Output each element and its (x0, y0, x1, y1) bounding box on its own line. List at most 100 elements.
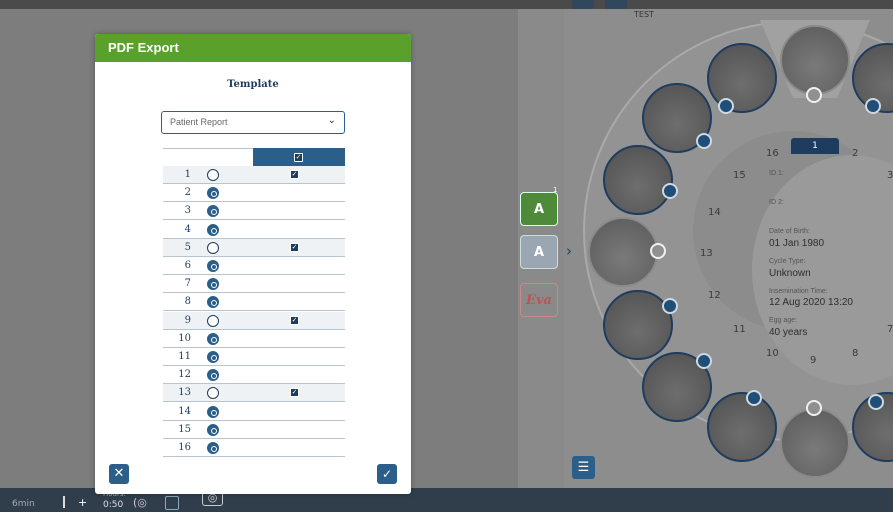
table-row[interactable]: 15 (163, 421, 345, 439)
template-select[interactable]: Patient Report ⌄ (161, 111, 345, 134)
cycle-value: Unknown (769, 268, 811, 279)
well-marker-filled-icon (207, 205, 219, 218)
well-number: 3 (184, 205, 191, 217)
slot-tab-1[interactable]: 1 (791, 138, 839, 154)
table-row[interactable]: 5 ✓ (163, 238, 345, 257)
well-9[interactable] (780, 408, 850, 478)
table-row[interactable]: 7 (163, 275, 345, 294)
screen: TEST A 1 A › Eva 1 16 2 3 15 14 13 12 11… (0, 0, 893, 512)
table-row[interactable]: 3 (163, 202, 345, 221)
well-marker-filled-icon (207, 423, 219, 436)
rewind-icon[interactable]: (◎ (133, 496, 147, 510)
upload-icon[interactable] (165, 496, 179, 510)
annotation-icon[interactable]: A (520, 192, 558, 226)
row-checkbox[interactable]: ✓ (290, 388, 299, 398)
well-13[interactable] (588, 217, 658, 287)
slot-number-13: 13 (700, 248, 713, 259)
row-checkbox[interactable]: ✓ (290, 315, 299, 325)
id1-label: ID 1: (769, 170, 784, 177)
top-button-a[interactable] (572, 0, 594, 9)
well-marker-empty-icon (207, 241, 219, 254)
top-button-b[interactable] (605, 0, 627, 9)
well-number: 1 (184, 169, 191, 180)
expand-arrow-icon[interactable]: › (566, 242, 572, 260)
chevron-down-icon: ⌄ (327, 115, 336, 126)
row-checkbox[interactable]: ✓ (290, 170, 299, 179)
well-marker-filled-icon (207, 223, 219, 236)
table-row[interactable]: 11 (163, 348, 345, 366)
pdf-export-dialog: PDF Export Template Patient Report ⌄ ✓ 1… (95, 34, 411, 494)
list-view-icon[interactable]: ☰ (572, 456, 595, 479)
select-all-checkbox[interactable]: ✓ (294, 153, 303, 162)
well-number: 10 (178, 332, 191, 344)
annotation-badge: 1 (553, 186, 558, 194)
table-row[interactable]: 2 (163, 184, 345, 203)
slot-number-3: 3 (887, 170, 893, 181)
well-number: 9 (184, 314, 191, 326)
slot-number-7: 7 (887, 324, 893, 335)
slot-number-15: 15 (733, 170, 746, 181)
well-10[interactable] (707, 392, 777, 462)
template-select-value: Patient Report (170, 117, 228, 127)
well-11-marker (696, 353, 712, 369)
slot-number-2: 2 (852, 148, 859, 159)
table-row[interactable]: 12 (163, 366, 345, 385)
table-row[interactable]: 9 ✓ (163, 311, 345, 330)
table-row[interactable]: 13 ✓ (163, 384, 345, 403)
well-12-marker (662, 298, 678, 314)
well-16-marker (718, 98, 734, 114)
slot-number-10: 10 (766, 348, 779, 359)
well-14[interactable] (603, 145, 673, 215)
well-15-marker (696, 133, 712, 149)
well-2-marker (865, 98, 881, 114)
well-1[interactable] (780, 25, 850, 95)
table-row[interactable]: 4 (163, 221, 345, 239)
well-marker-filled-icon (207, 351, 219, 363)
well-marker-filled-icon (207, 260, 219, 272)
close-button[interactable]: ✕ (109, 464, 129, 484)
well-number: 12 (178, 369, 191, 381)
well-number: 5 (184, 241, 191, 253)
well-marker-empty-icon (207, 169, 219, 181)
insemination-label: Insemination Time: (769, 288, 828, 295)
add-icon[interactable]: + (78, 496, 87, 509)
slot-number-14: 14 (708, 207, 721, 218)
egg-age-value: 40 years (769, 327, 808, 338)
well-marker-filled-icon (207, 296, 219, 309)
slot-number-11: 11 (733, 324, 746, 335)
hours-value: 0:50 (103, 500, 124, 510)
well-number: 4 (184, 223, 191, 235)
table-row[interactable]: 8 (163, 293, 345, 312)
confirm-button[interactable]: ✓ (377, 464, 397, 484)
dialog-title: PDF Export (95, 34, 411, 62)
well-1-marker (806, 87, 822, 103)
well-number: 16 (178, 442, 191, 453)
slot-number-16: 16 (766, 148, 779, 159)
template-label: Template (227, 79, 279, 90)
insemination-value: 12 Aug 2020 13:20 (769, 297, 853, 308)
eva-logo[interactable]: Eva (520, 283, 558, 317)
select-all-header[interactable]: ✓ (253, 148, 345, 166)
well-marker-empty-icon (207, 314, 219, 327)
table-row[interactable]: 14 (163, 403, 345, 421)
timeline-divider (63, 496, 65, 508)
table-row[interactable]: 10 (163, 330, 345, 348)
table-row[interactable]: 16 (163, 439, 345, 457)
top-label: TEST (634, 10, 654, 19)
well-number: 8 (184, 296, 191, 308)
slot-number-12: 12 (708, 290, 721, 301)
dob-label: Date of Birth: (769, 228, 810, 235)
table-row[interactable]: 6 (163, 257, 345, 275)
well-number: 6 (184, 260, 191, 271)
table-row[interactable]: 1 ✓ (163, 166, 345, 184)
well-number: 2 (184, 187, 191, 199)
well-10-marker (746, 390, 762, 406)
well-9-marker (806, 400, 822, 416)
annotation-alt-icon[interactable]: A (520, 235, 558, 269)
row-checkbox[interactable]: ✓ (290, 242, 299, 252)
well-marker-empty-icon (207, 387, 219, 400)
well-marker-filled-icon (207, 442, 219, 454)
well-number: 13 (178, 387, 191, 399)
well-14-marker (662, 183, 678, 199)
cycle-label: Cycle Type: (769, 258, 806, 265)
